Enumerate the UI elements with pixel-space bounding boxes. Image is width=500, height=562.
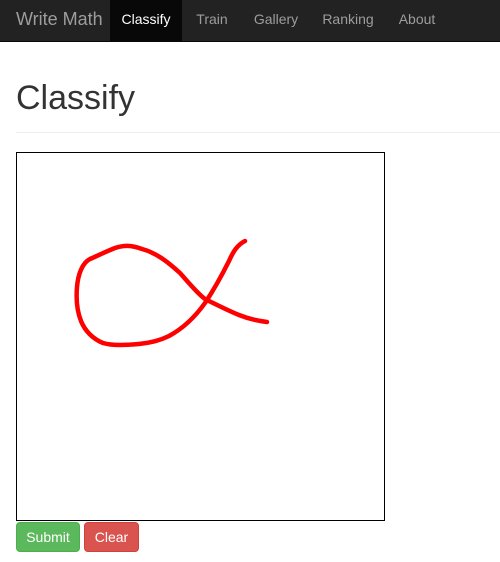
- nav-item-classify[interactable]: Classify: [110, 0, 182, 41]
- nav-item-about[interactable]: About: [386, 0, 448, 41]
- drawing-canvas[interactable]: [16, 152, 385, 521]
- top-navbar: Write Math Classify Train Gallery Rankin…: [0, 0, 500, 42]
- nav-item-gallery[interactable]: Gallery: [242, 0, 310, 41]
- page-header-divider: [16, 132, 500, 133]
- brand-link[interactable]: Write Math: [16, 0, 103, 42]
- page-title: Classify: [16, 79, 136, 117]
- handwritten-stroke: [74, 238, 270, 348]
- nav-item-ranking[interactable]: Ranking: [310, 0, 386, 41]
- drawing-surface: [74, 238, 270, 348]
- clear-button[interactable]: Clear: [84, 522, 139, 552]
- submit-button[interactable]: Submit: [16, 522, 80, 552]
- nav-item-train[interactable]: Train: [182, 0, 242, 41]
